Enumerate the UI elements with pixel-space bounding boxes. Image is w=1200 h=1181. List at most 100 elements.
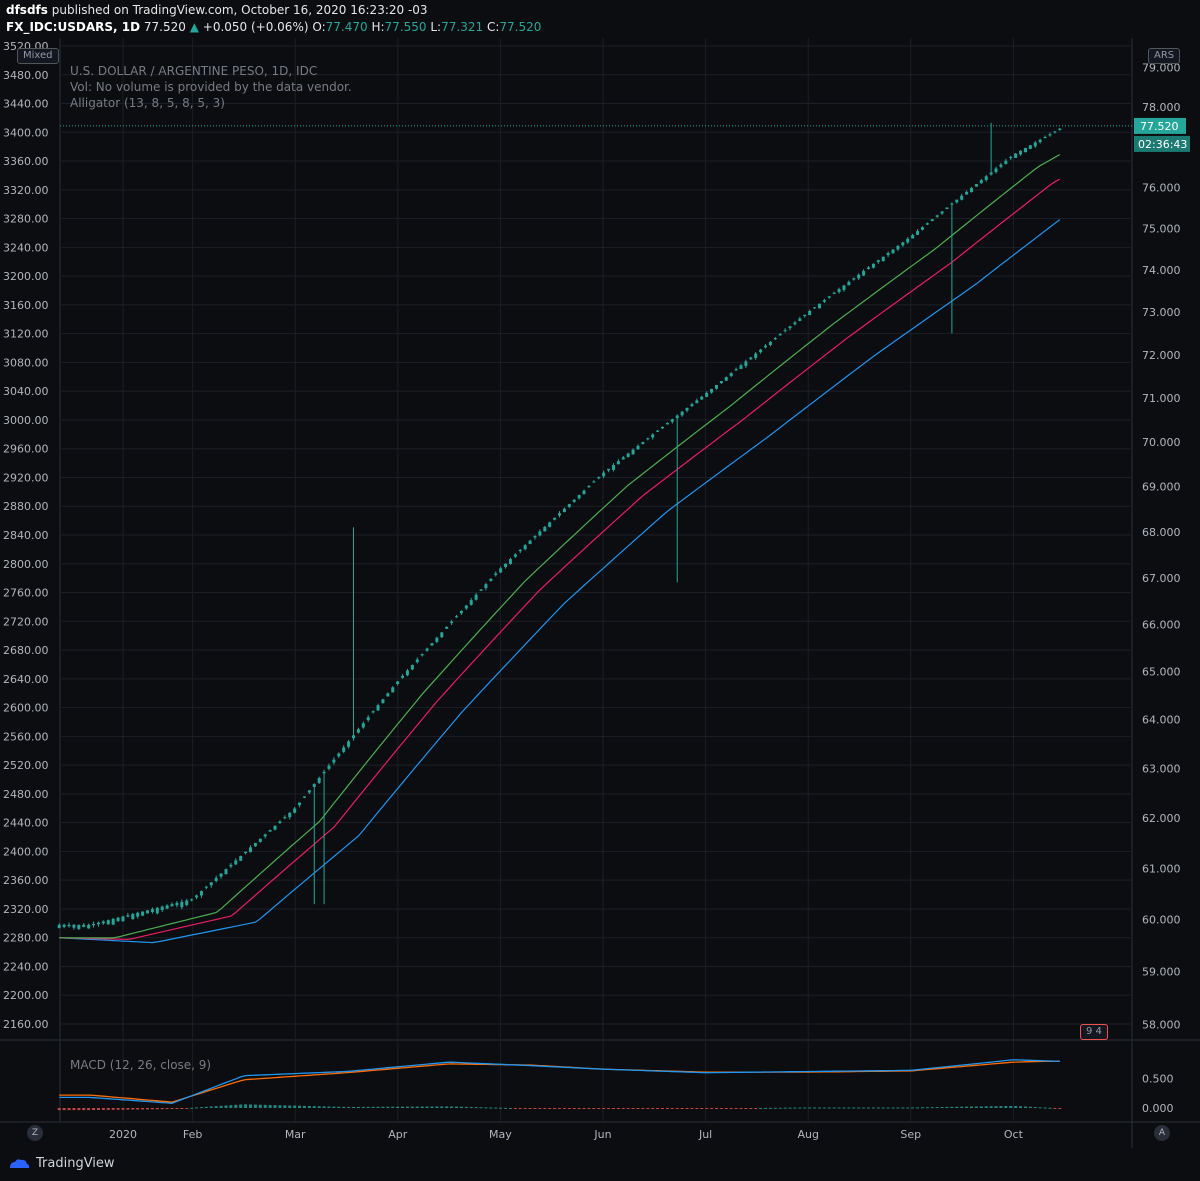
candle-body — [214, 877, 218, 881]
candle-body — [793, 322, 797, 325]
candle-body — [82, 924, 86, 927]
tradingview-logo[interactable]: TradingView — [8, 1156, 115, 1171]
candle-body — [749, 357, 753, 360]
currency-badge[interactable]: ARS — [1148, 48, 1181, 64]
candle-body — [322, 771, 326, 774]
candle-body — [710, 388, 714, 393]
macd-histogram-bar — [916, 1107, 920, 1109]
candle-body — [302, 796, 306, 798]
legend-macd[interactable]: MACD (12, 26, close, 9) — [70, 1058, 211, 1072]
candle-body — [278, 821, 282, 823]
close-value: 77.520 — [499, 20, 542, 34]
macd-histogram-bar — [92, 1108, 96, 1111]
left-axis-tick-label: 3080.00 — [3, 356, 49, 369]
candle-body — [283, 817, 287, 819]
candle-body — [1009, 156, 1013, 159]
left-axis-tick-label: 3160.00 — [3, 299, 49, 312]
legend-volume: Vol: No volume is provided by the data v… — [70, 80, 352, 94]
macd-histogram-bar — [401, 1106, 405, 1108]
candle-body — [592, 481, 596, 483]
candle-body — [567, 504, 571, 507]
candle-body — [822, 300, 826, 302]
candle-body — [1004, 160, 1008, 165]
auto-scale-button[interactable]: A — [1154, 1125, 1170, 1141]
macd-histogram-bar — [376, 1106, 380, 1108]
macd-histogram-bar — [847, 1107, 851, 1109]
macd-histogram-bar — [175, 1108, 179, 1109]
close-label: C: — [486, 20, 500, 34]
macd-histogram-bar — [263, 1104, 267, 1108]
macd-histogram-bar — [597, 1108, 601, 1109]
candle-body — [955, 199, 959, 203]
macd-histogram-bar — [675, 1108, 679, 1109]
zoom-corner-button[interactable]: Z — [27, 1125, 43, 1141]
candle-body — [513, 554, 517, 557]
candle-body — [528, 540, 532, 545]
candle-body — [410, 664, 414, 670]
macd-histogram-bar — [940, 1106, 944, 1108]
candle-body — [1014, 153, 1018, 158]
candle-body — [1058, 128, 1062, 130]
candle-body — [239, 856, 243, 861]
right-axis-tick-label: 71.000 — [1142, 392, 1181, 405]
candle-body — [1023, 148, 1027, 153]
candle-body — [562, 508, 566, 513]
author-name[interactable]: dfsdfs — [6, 3, 48, 17]
candle-body — [675, 415, 679, 419]
macd-histogram-bar — [768, 1107, 772, 1109]
candle-body — [680, 411, 684, 416]
candle-body — [298, 802, 302, 806]
left-axis-tick-label: 2960.00 — [3, 443, 49, 456]
candle-body — [479, 589, 483, 591]
candle-body — [327, 765, 331, 769]
macd-histogram-bar — [425, 1106, 429, 1108]
candle-body — [553, 517, 557, 520]
macd-histogram-bar — [857, 1107, 861, 1109]
candle-body — [111, 918, 115, 925]
macd-histogram-bar — [474, 1107, 478, 1109]
candle-body — [180, 901, 184, 908]
macd-histogram-bar — [347, 1106, 351, 1108]
candle-body — [268, 830, 272, 832]
candle-body — [430, 643, 434, 646]
candle-body — [724, 377, 728, 381]
left-axis-tick-label: 3120.00 — [3, 328, 49, 341]
candle-body — [435, 637, 439, 642]
right-axis-tick-label: 76.000 — [1142, 181, 1181, 194]
candle-body — [263, 834, 267, 837]
legend-alligator[interactable]: Alligator (13, 8, 5, 8, 5, 3) — [70, 96, 225, 110]
macd-histogram-bar — [734, 1108, 738, 1109]
candle-body — [832, 292, 836, 294]
price-chart[interactable]: 3520.003480.003440.003400.003360.003320.… — [0, 0, 1200, 1181]
time-axis-label: Jun — [593, 1128, 611, 1141]
candle-body — [253, 843, 257, 847]
macd-histogram-bar — [759, 1107, 763, 1109]
macd-histogram-bar — [396, 1106, 400, 1108]
candle-body — [72, 924, 76, 928]
symbol-name[interactable]: FX_IDC:USDARS, 1D — [6, 20, 140, 34]
candle-body — [705, 392, 709, 397]
candle-body — [455, 616, 459, 618]
symbol-line: FX_IDC:USDARS, 1D 77.520 ▲ +0.050 (+0.06… — [6, 20, 541, 34]
event-flag-badge[interactable]: 9 4 — [1080, 1024, 1108, 1040]
time-axis-label: Jul — [698, 1128, 712, 1141]
candle-body — [415, 659, 419, 663]
open-value: 77.470 — [325, 20, 368, 34]
macd-histogram-bar — [607, 1108, 611, 1109]
candle-body — [886, 253, 890, 256]
macd-histogram-bar — [616, 1108, 620, 1109]
macd-histogram-bar — [361, 1106, 365, 1108]
macd-histogram-bar — [283, 1105, 287, 1108]
candle-body — [646, 438, 650, 440]
candle-body — [641, 442, 645, 444]
candle-body — [332, 759, 336, 763]
candle-body — [734, 369, 738, 371]
candle-body — [160, 906, 164, 910]
macd-histogram-bar — [62, 1108, 66, 1111]
macd-histogram-bar — [989, 1106, 993, 1108]
left-axis-tick-label: 3280.00 — [3, 213, 49, 226]
left-scale-mode-badge[interactable]: Mixed — [17, 48, 59, 64]
candle-body — [317, 777, 321, 783]
macd-histogram-bar — [965, 1106, 969, 1108]
candle-body — [813, 307, 817, 309]
